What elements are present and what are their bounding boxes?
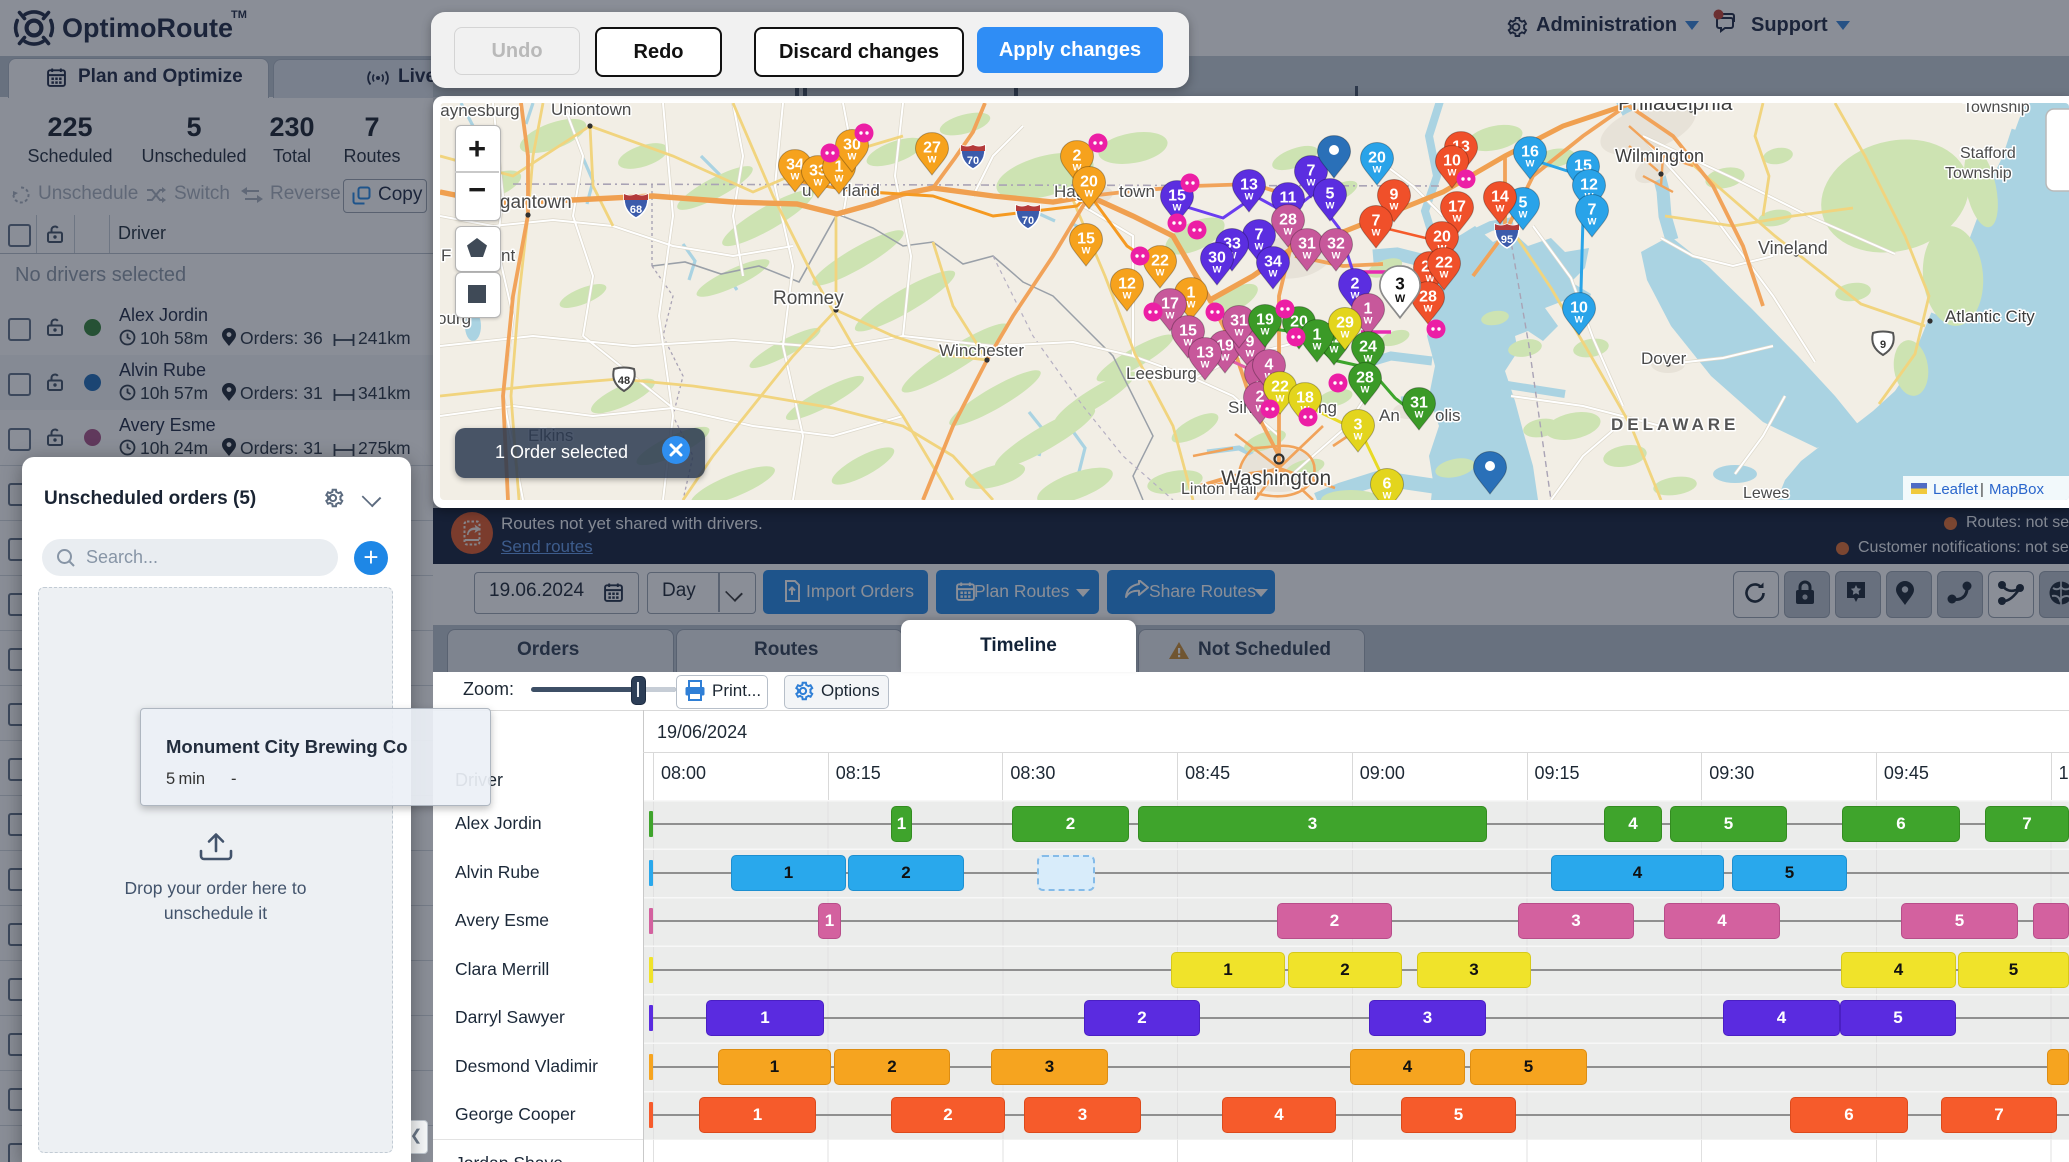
svg-text:W: W (1269, 269, 1278, 280)
svg-text:W: W (1156, 268, 1165, 279)
svg-text:Vineland: Vineland (1758, 238, 1828, 258)
svg-text:F: F (441, 246, 451, 265)
svg-text:W: W (1166, 311, 1175, 322)
svg-text:95: 95 (1501, 234, 1513, 246)
svg-text:W: W (1453, 214, 1462, 225)
svg-text:Leaflet: Leaflet (1933, 481, 1979, 498)
svg-text:W: W (1245, 192, 1254, 203)
svg-text:W: W (1313, 342, 1322, 353)
svg-text:48: 48 (618, 375, 630, 387)
svg-text:W: W (1390, 202, 1399, 213)
svg-text:W: W (1235, 328, 1244, 339)
svg-text:W: W (1424, 304, 1433, 315)
svg-text:Township: Township (1963, 99, 2030, 116)
svg-text:W: W (1085, 189, 1094, 200)
svg-text:68: 68 (630, 204, 642, 216)
svg-text:town: town (1119, 182, 1155, 201)
svg-text:W: W (1575, 315, 1584, 326)
svg-text:W: W (1354, 432, 1363, 443)
svg-text:W: W (1361, 385, 1370, 396)
svg-text:W: W (1082, 246, 1091, 257)
svg-text:W: W (1395, 293, 1406, 305)
svg-text:W: W (1373, 165, 1382, 176)
svg-text:Philadelphia: Philadelphia (1618, 96, 1733, 115)
svg-text:'aynesburg: 'aynesburg (437, 101, 520, 120)
svg-text:W: W (1588, 217, 1597, 228)
svg-text:70: 70 (1022, 215, 1034, 227)
svg-text:W: W (1187, 300, 1196, 311)
svg-text:W: W (1201, 360, 1210, 371)
svg-text:|: | (1980, 481, 1984, 498)
svg-text:W: W (1341, 330, 1350, 341)
svg-text:Lewes: Lewes (1743, 485, 1789, 502)
svg-text:W: W (1415, 410, 1424, 421)
svg-text:W: W (1173, 203, 1182, 214)
svg-text:9: 9 (1880, 339, 1886, 351)
svg-text:W: W (814, 178, 823, 189)
svg-text:W: W (1330, 345, 1339, 356)
svg-text:Uniontown: Uniontown (551, 100, 631, 119)
svg-text:Wilmington: Wilmington (1615, 146, 1704, 166)
svg-text:3: 3 (1395, 275, 1405, 294)
svg-text:W: W (835, 174, 844, 185)
svg-text:W: W (1246, 349, 1255, 360)
svg-text:Washington: Washington (1221, 467, 1331, 490)
svg-text:Atlantic City: Atlantic City (1945, 307, 2035, 326)
svg-text:nt: nt (501, 246, 515, 265)
svg-text:W: W (791, 172, 800, 183)
svg-text:An: An (1379, 406, 1400, 425)
svg-text:W: W (1526, 159, 1535, 170)
svg-text:70: 70 (967, 155, 979, 167)
svg-text:W: W (928, 155, 937, 166)
svg-text:W: W (1307, 178, 1316, 189)
svg-text:W: W (1326, 201, 1335, 212)
svg-text:W: W (1519, 210, 1528, 221)
svg-text:W: W (1383, 491, 1392, 502)
svg-text:Leesburg: Leesburg (1126, 364, 1197, 383)
svg-text:W: W (1448, 168, 1457, 179)
svg-text:W: W (1123, 291, 1132, 302)
svg-text:W: W (1372, 228, 1381, 239)
svg-text:W: W (1364, 316, 1373, 327)
svg-text:olis: olis (1435, 406, 1461, 425)
svg-text:Stafford: Stafford (1960, 145, 2016, 162)
svg-text:Township: Township (1945, 165, 2012, 182)
svg-text:W: W (1332, 251, 1341, 262)
svg-text:MapBox: MapBox (1989, 481, 2045, 498)
svg-text:W: W (1496, 204, 1505, 215)
svg-text:Romney: Romney (773, 288, 844, 309)
svg-text:rland: rland (842, 181, 880, 200)
svg-text:W: W (848, 152, 857, 163)
svg-text:W: W (1213, 265, 1222, 276)
svg-text:Winchester: Winchester (939, 341, 1024, 360)
svg-text:Dover: Dover (1641, 349, 1687, 368)
svg-text:W: W (1303, 251, 1312, 262)
svg-text:W: W (1261, 327, 1270, 338)
svg-text:W: W (1440, 270, 1449, 281)
svg-text:W: W (1284, 227, 1293, 238)
svg-text:DELAWARE: DELAWARE (1611, 415, 1739, 434)
